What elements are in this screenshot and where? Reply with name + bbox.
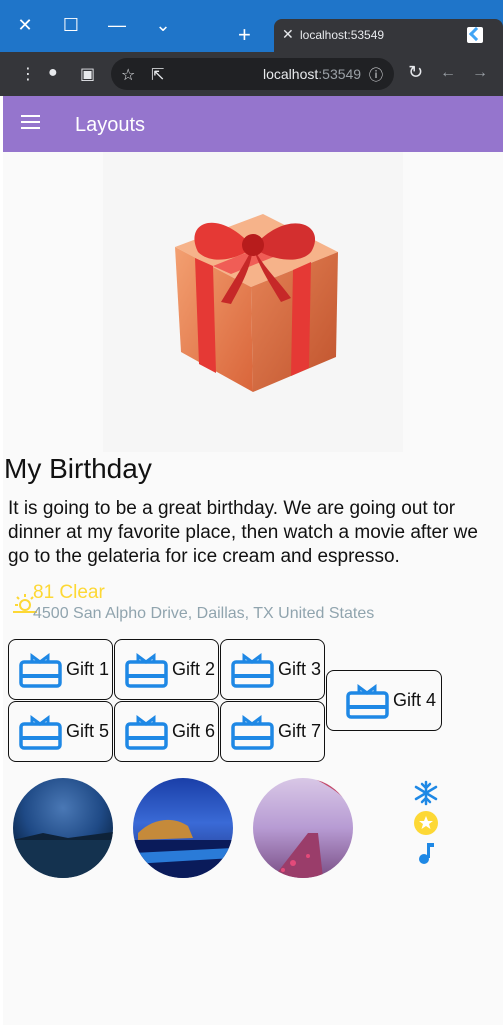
page-content: My Birthday It is going to be a great bi… bbox=[3, 152, 503, 1025]
app-bar: Layouts bbox=[3, 96, 503, 152]
close-window-icon[interactable]: ✕ bbox=[8, 8, 42, 42]
close-tab-icon[interactable]: ✕ bbox=[282, 26, 294, 43]
gift-card-icon bbox=[19, 714, 62, 750]
post-description: It is going to be a great birthday. We a… bbox=[8, 498, 478, 567]
maximize-window-icon[interactable]: ☐ bbox=[54, 8, 88, 42]
snowflake-icon bbox=[414, 780, 438, 806]
gift-image bbox=[103, 152, 403, 452]
gift-3-button[interactable]: Gift 3 bbox=[220, 639, 325, 700]
bookmark-star-icon[interactable]: ☆ bbox=[121, 65, 135, 85]
lake-photo bbox=[13, 778, 113, 878]
gift-card-icon bbox=[125, 714, 168, 750]
back-icon[interactable]: ← bbox=[440, 64, 456, 82]
chevron-down-icon[interactable]: ⌄ bbox=[146, 8, 180, 42]
weather-address: 4500 San Alpho Drive, Daillas, TX United… bbox=[33, 605, 375, 622]
hamburger-menu-icon[interactable] bbox=[21, 115, 40, 129]
info-icon[interactable]: ⓘ bbox=[369, 65, 383, 85]
gift-card-icon bbox=[231, 714, 274, 750]
share-icon[interactable]: ⇱ bbox=[151, 65, 164, 85]
kebab-menu-icon[interactable]: ⋮ bbox=[20, 64, 36, 84]
address-text: localhost:53549 bbox=[263, 66, 362, 82]
app-title: Layouts bbox=[75, 114, 146, 136]
gift-2-button[interactable]: Gift 2 bbox=[114, 639, 219, 700]
gift-card-icon bbox=[19, 652, 62, 688]
beach-photo bbox=[133, 778, 233, 878]
pier-photo bbox=[253, 778, 353, 878]
tab-title: localhost:53549 bbox=[300, 28, 385, 42]
address-bar[interactable]: ☆ ⇱ localhost:53549 ⓘ bbox=[111, 58, 394, 90]
profile-icon[interactable]: ● bbox=[48, 64, 58, 82]
music-note-icon bbox=[419, 843, 434, 864]
gift-4-button[interactable]: Gift 4 bbox=[326, 670, 442, 731]
gift-5-button[interactable]: Gift 5 bbox=[8, 701, 113, 762]
gift-card-icon bbox=[125, 652, 168, 688]
browser-tabbar: ✕ ☐ — ⌄ + ✕ localhost:53549 bbox=[0, 0, 503, 52]
gift-box-illustration bbox=[175, 214, 338, 392]
post-title: My Birthday bbox=[4, 453, 152, 484]
new-tab-button[interactable]: + bbox=[238, 22, 251, 48]
star-icon bbox=[414, 811, 438, 835]
browser-tab[interactable]: ✕ localhost:53549 bbox=[274, 19, 503, 52]
gift-card-icon bbox=[231, 652, 274, 688]
reload-icon[interactable]: ↻ bbox=[408, 62, 423, 83]
flutter-logo-icon bbox=[467, 27, 483, 43]
sidepanel-icon[interactable]: ▣ bbox=[80, 64, 95, 84]
forward-icon[interactable]: → bbox=[472, 64, 488, 82]
minimize-window-icon[interactable]: — bbox=[100, 8, 134, 42]
browser-toolbar: ⋮ ● ▣ ☆ ⇱ localhost:53549 ⓘ ↻ ← → bbox=[0, 52, 503, 96]
gift-1-button[interactable]: Gift 1 bbox=[8, 639, 113, 700]
weather-temperature: 81 Clear bbox=[33, 582, 105, 603]
gift-6-button[interactable]: Gift 6 bbox=[114, 701, 219, 762]
gift-7-button[interactable]: Gift 7 bbox=[220, 701, 325, 762]
gift-card-icon bbox=[346, 683, 389, 719]
